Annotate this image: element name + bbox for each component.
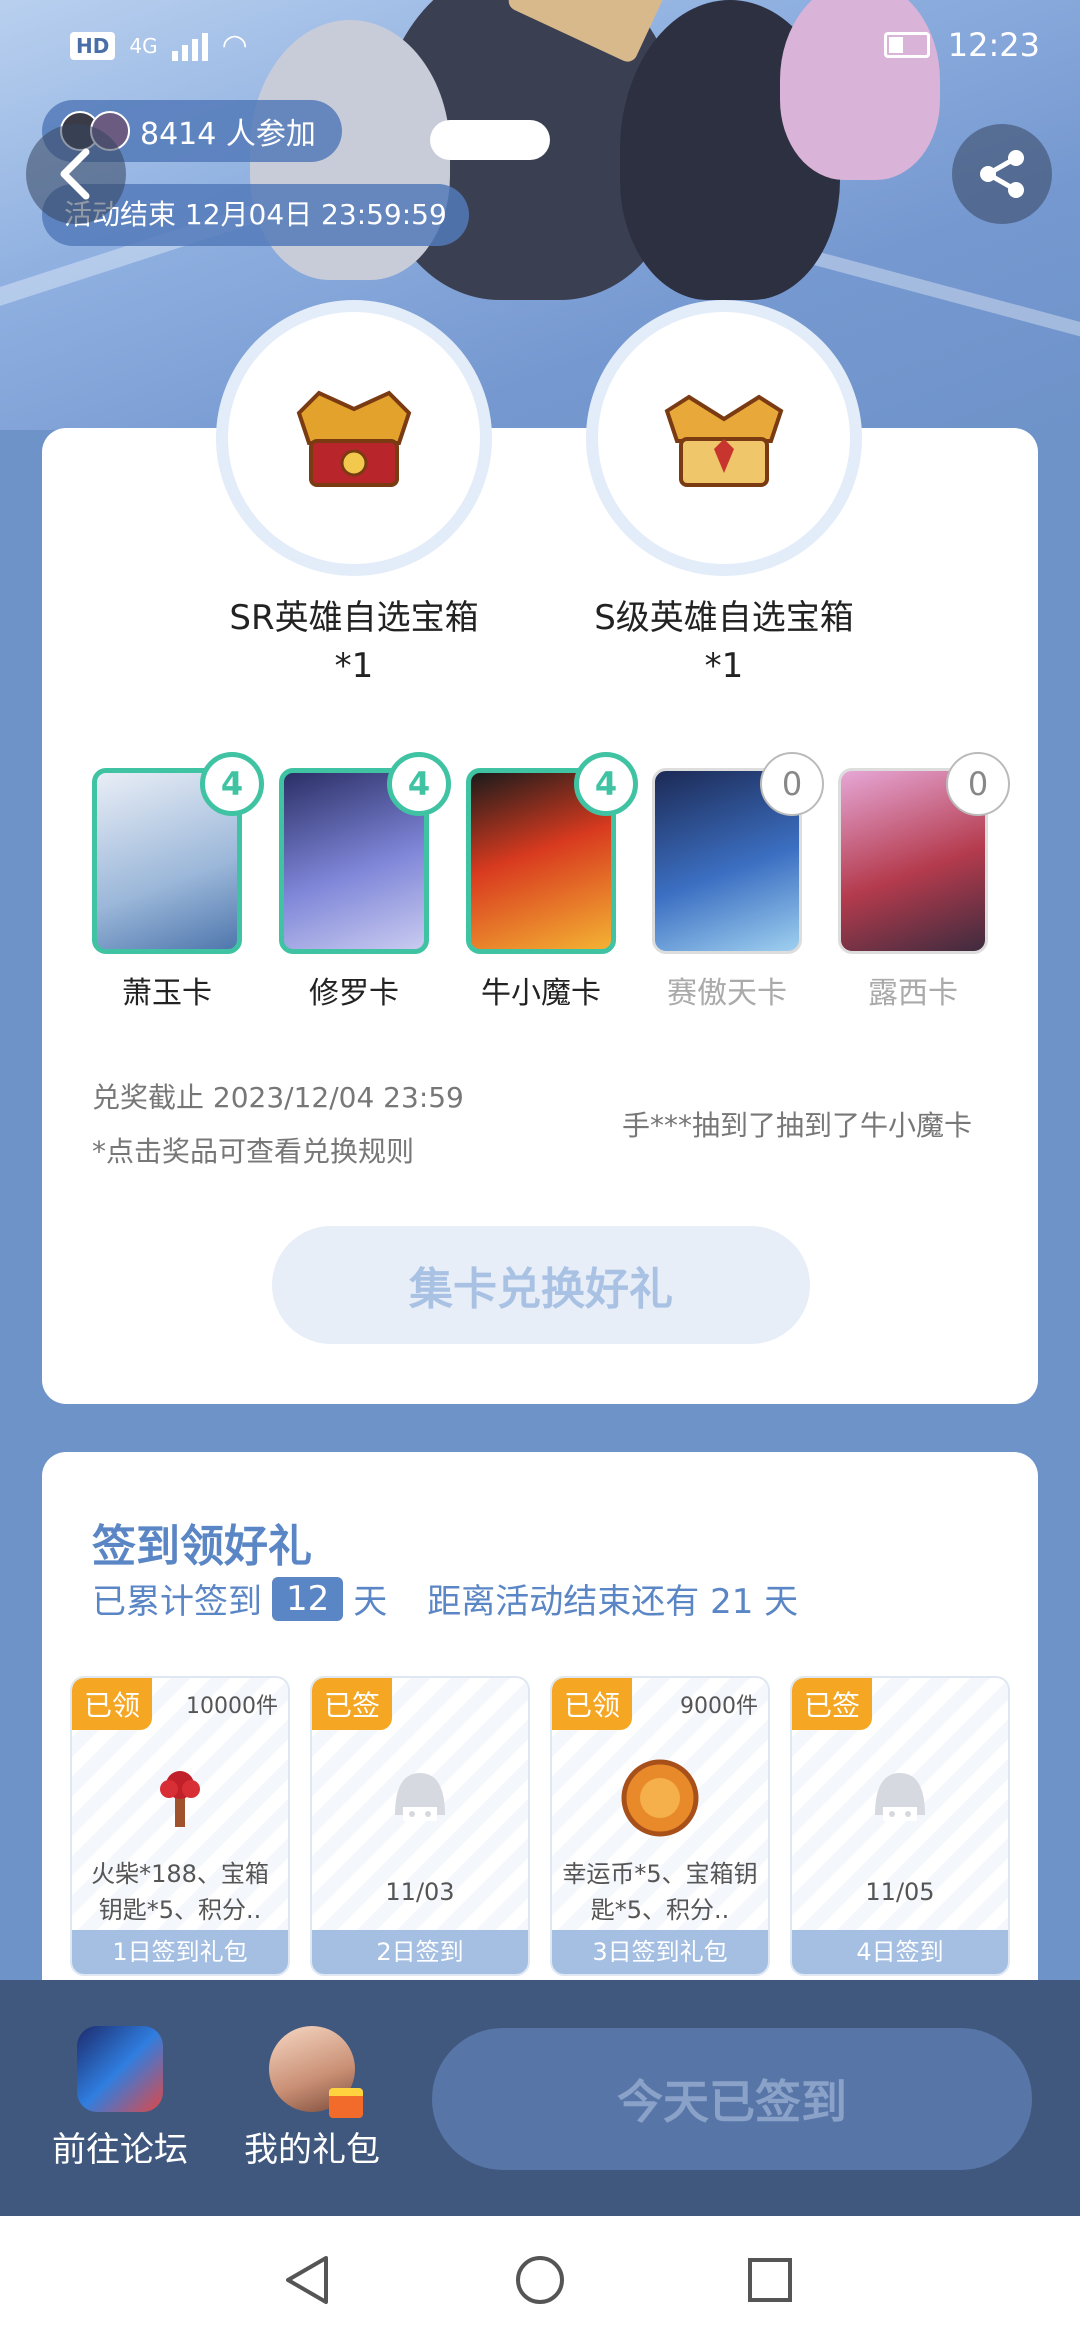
winner-ticker: 手***抽到了抽到了牛小魔卡 bbox=[622, 1109, 973, 1142]
s-chest-reward[interactable] bbox=[586, 300, 862, 576]
stock-count: 10000件 bbox=[186, 1694, 278, 1719]
card-count-badge: 0 bbox=[946, 752, 1010, 816]
reward-day-2[interactable]: 已签 11/03 2日签到 bbox=[310, 1676, 530, 1976]
s-chest-qty: *1 bbox=[704, 646, 744, 686]
share-button[interactable] bbox=[952, 124, 1052, 224]
sr-chest-name: SR英雄自选宝箱 bbox=[229, 598, 479, 638]
reward-footer: 2日签到 bbox=[312, 1930, 528, 1974]
matches-bundle-icon bbox=[130, 1748, 230, 1848]
placeholder-mascot-icon bbox=[850, 1748, 950, 1848]
claimed-tag: 已领 bbox=[72, 1678, 153, 1730]
card-count-badge: 0 bbox=[760, 752, 824, 816]
redeem-cards-button[interactable]: 集卡兑换好礼 bbox=[272, 1226, 810, 1344]
card-count-badge: 4 bbox=[574, 752, 638, 816]
card-count-badge: 4 bbox=[387, 752, 451, 816]
home-circle-icon[interactable] bbox=[514, 2254, 566, 2306]
status-bar: HD 4G ◠ 12:23 bbox=[0, 0, 1080, 90]
hero-card-label: 修罗卡 bbox=[309, 976, 399, 1011]
system-navigation-bar bbox=[0, 2216, 1080, 2340]
signed-tag: 已签 bbox=[312, 1678, 393, 1730]
checked-in-button[interactable]: 今天已签到 bbox=[432, 2028, 1032, 2170]
reward-day-1[interactable]: 已领 10000件 火柴*188、宝箱钥匙*5、积分.. 1日签到礼包 bbox=[70, 1676, 290, 1976]
back-triangle-icon[interactable] bbox=[282, 2254, 332, 2306]
hero-card-label: 萧玉卡 bbox=[122, 976, 212, 1011]
reward-footer: 3日签到礼包 bbox=[552, 1930, 768, 1974]
sign-in-summary: 已累计签到 12 天 距离活动结束还有 21 天 bbox=[92, 1574, 798, 1623]
clock: 12:23 bbox=[947, 26, 1040, 64]
treasure-chest-icon bbox=[664, 394, 784, 487]
treasure-chest-icon bbox=[296, 390, 412, 487]
sign-date: 11/05 bbox=[865, 1878, 935, 1906]
hero-card-label: 牛小魔卡 bbox=[481, 976, 601, 1011]
network-label: 4G bbox=[129, 33, 158, 58]
card-count-badge: 4 bbox=[200, 752, 264, 816]
my-gifts-link[interactable]: 我的礼包 bbox=[222, 2026, 402, 2171]
days-remaining: 距离活动结束还有 21 天 bbox=[427, 1582, 799, 1622]
sign-in-title: 签到领好礼 bbox=[92, 1521, 312, 1572]
hero-card-label: 赛傲天卡 bbox=[667, 976, 787, 1011]
hero-card-xiuluo[interactable]: 4 修罗卡 bbox=[279, 752, 451, 1012]
placeholder-mascot-icon bbox=[370, 1748, 470, 1848]
wifi-icon: ◠ bbox=[221, 28, 248, 63]
s-chest-name: S级英雄自选宝箱 bbox=[594, 598, 854, 638]
chevron-left-icon bbox=[60, 148, 90, 200]
reward-desc: 幸运币*5、宝箱钥匙*5、积分.. bbox=[562, 1860, 758, 1924]
participants-count: 8414 人参加 bbox=[140, 117, 316, 152]
sign-date: 11/03 bbox=[385, 1878, 455, 1906]
reward-day-3[interactable]: 已领 9000件 幸运币*5、宝箱钥匙*5、积分.. 3日签到礼包 bbox=[550, 1676, 770, 1976]
redeem-rules-note: *点击奖品可查看兑换规则 bbox=[92, 1135, 415, 1168]
stock-count: 9000件 bbox=[680, 1694, 758, 1719]
sign-in-unit: 天 bbox=[353, 1582, 388, 1622]
sign-in-days: 12 bbox=[272, 1576, 344, 1621]
sr-chest-reward[interactable] bbox=[216, 300, 492, 576]
forum-link[interactable]: 前往论坛 bbox=[30, 2026, 210, 2171]
lucky-coin-icon bbox=[610, 1748, 710, 1848]
signal-icon bbox=[171, 31, 208, 61]
reward-footer: 4日签到 bbox=[792, 1930, 1008, 1974]
redeem-deadline: 兑奖截止 2023/12/04 23:59 bbox=[92, 1081, 464, 1114]
game-app-icon bbox=[77, 2026, 163, 2112]
reward-footer: 1日签到礼包 bbox=[72, 1930, 288, 1974]
claimed-tag: 已领 bbox=[552, 1678, 633, 1730]
battery-icon bbox=[883, 32, 930, 58]
hero-card-luxi[interactable]: 0 露西卡 bbox=[838, 752, 1010, 1012]
sr-chest-qty: *1 bbox=[334, 646, 374, 686]
hero-card-xiaoyu[interactable]: 4 萧玉卡 bbox=[92, 752, 264, 1012]
hero-card-label: 露西卡 bbox=[868, 976, 958, 1011]
share-icon bbox=[980, 150, 1024, 198]
sign-in-prefix: 已累计签到 bbox=[92, 1582, 262, 1622]
my-gifts-label: 我的礼包 bbox=[244, 2130, 380, 2170]
bottom-action-bar: 前往论坛 我的礼包 今天已签到 bbox=[0, 1980, 1080, 2216]
back-button[interactable] bbox=[26, 124, 126, 224]
recents-square-icon[interactable] bbox=[746, 2256, 794, 2304]
user-avatar-gift-icon bbox=[269, 2026, 363, 2118]
reward-desc: 火柴*188、宝箱钥匙*5、积分.. bbox=[91, 1860, 269, 1924]
hd-badge: HD bbox=[70, 31, 116, 60]
forum-label: 前往论坛 bbox=[52, 2130, 188, 2170]
signed-tag: 已签 bbox=[792, 1678, 873, 1730]
reward-day-4[interactable]: 已签 11/05 4日签到 bbox=[790, 1676, 1010, 1976]
hero-card-niuxiaomo[interactable]: 4 牛小魔卡 bbox=[466, 752, 638, 1012]
hero-card-saaotian[interactable]: 0 赛傲天卡 bbox=[652, 752, 824, 1012]
